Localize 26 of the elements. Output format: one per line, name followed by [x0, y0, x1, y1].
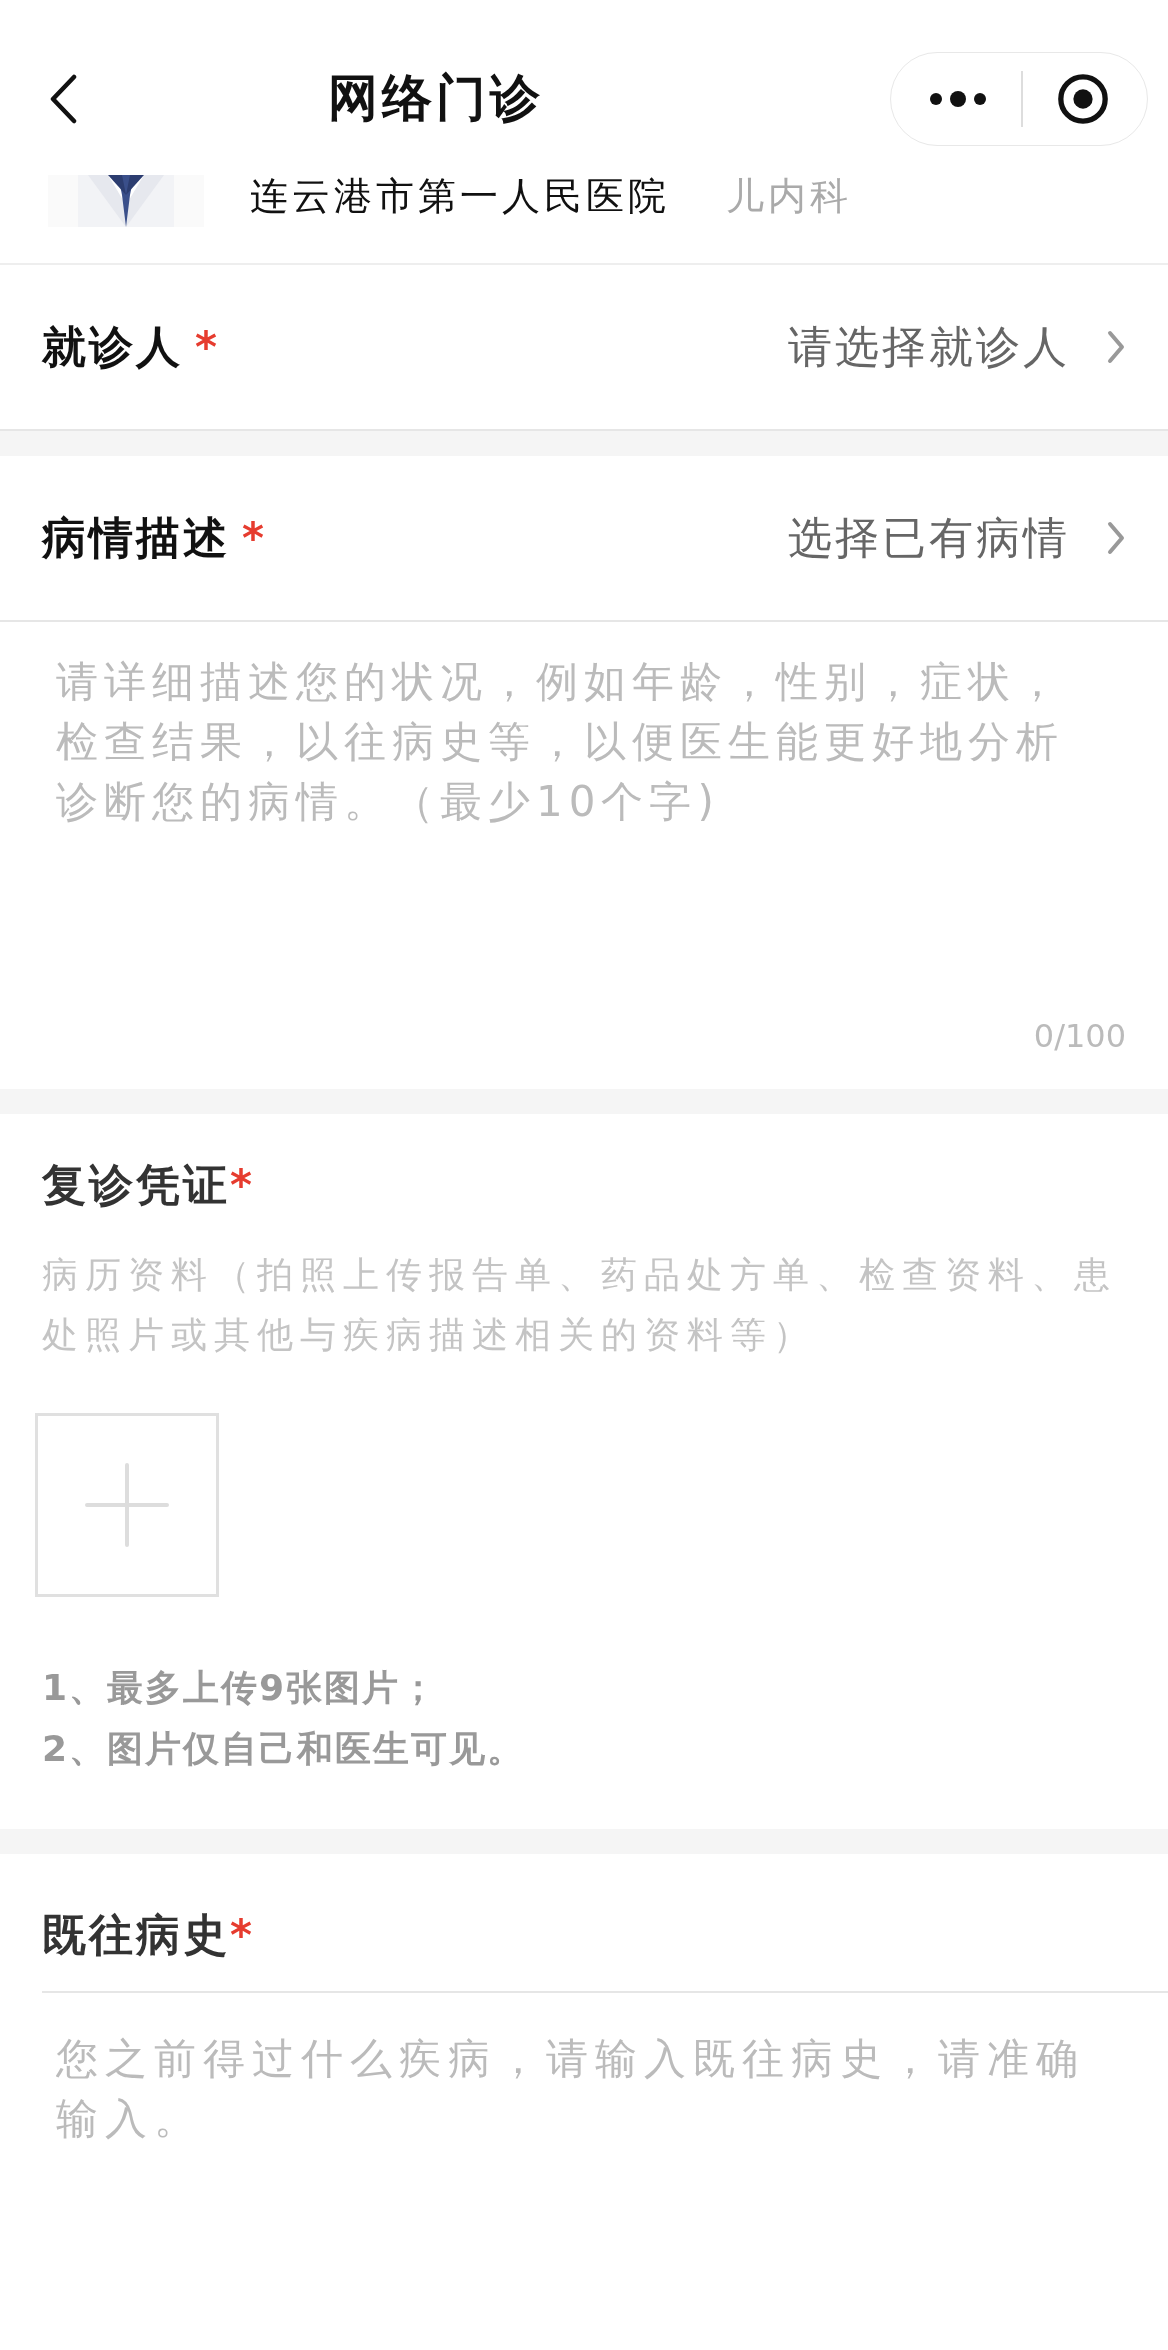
- upload-note: 2、图片仅自己和医生可见。: [42, 1727, 527, 1771]
- page-title: 网络门诊: [328, 68, 544, 129]
- close-icon[interactable]: [1056, 71, 1111, 126]
- select-value: 请选择就诊人: [788, 319, 1070, 374]
- chevron-icon: [1106, 329, 1126, 365]
- required-mark: *: [195, 322, 217, 372]
- department-name: 儿内科: [726, 173, 852, 220]
- more-icon[interactable]: [927, 88, 988, 109]
- required-mark: *: [230, 1911, 252, 1960]
- required-mark: *: [230, 1161, 252, 1210]
- field-label: 病情描述: [42, 510, 230, 565]
- required-mark: *: [242, 513, 264, 563]
- chevron-icon: [1106, 520, 1126, 556]
- field-label: 就诊人: [42, 319, 183, 374]
- history-field[interactable]: 您之前得过什么疾病，请输入既往病史，请准确输入。: [56, 1993, 1116, 2229]
- select-row[interactable]: 病情描述 * 选择已有病情: [0, 456, 1168, 622]
- upload-hint: 病历资料（拍照上传报告单、药品处方单、检查资料、患处照片或其他与疾病描述相关的资料等）: [42, 1253, 1118, 1357]
- section-title: 复诊凭证: [42, 1158, 230, 1212]
- back-icon[interactable]: [48, 73, 78, 124]
- upload-note: 1、最多上传9张图片；: [42, 1666, 440, 1710]
- hospital-name: 连云港市第一人民医院: [250, 173, 670, 220]
- section-title: 既往病史: [42, 1908, 230, 1962]
- plus-icon: [85, 1463, 169, 1547]
- character-counter: 0/100: [1033, 1017, 1126, 1055]
- select-value: 选择已有病情: [788, 510, 1070, 565]
- description-field[interactable]: 请详细描述您的状况，例如年龄，性别，症状，检查结果，以往病史等，以便医生能更好地分析诊断您的病情。（最少10个字): [56, 622, 1106, 852]
